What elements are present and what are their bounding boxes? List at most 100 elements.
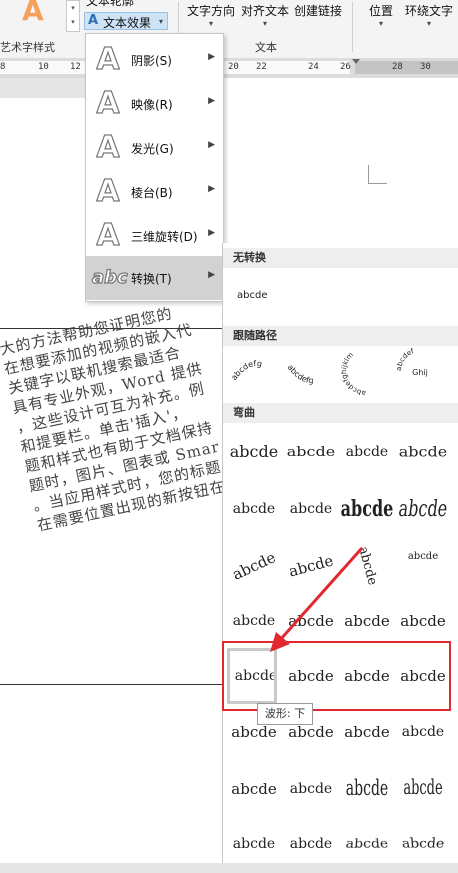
arch-down-preview-icon: abcdefg	[286, 363, 314, 385]
wordart-preview-icon[interactable]: A	[22, 0, 44, 27]
chevron-right-icon: ▶	[208, 228, 215, 238]
circle-preview-icon: abcdefghijklm	[340, 351, 366, 397]
create-link-button[interactable]: 创建链接	[294, 2, 342, 19]
chevron-right-icon: ▶	[208, 184, 215, 194]
ruler-label: 8	[0, 62, 6, 72]
no-transform-option[interactable]: abcde	[237, 290, 267, 301]
chevron-right-icon: ▶	[208, 52, 215, 62]
position-button[interactable]: 位置 ▾	[369, 2, 393, 28]
warp-option[interactable]: abcde	[283, 763, 339, 815]
warp-option[interactable]: abcde	[390, 473, 455, 546]
text-effects-icon: A	[88, 13, 99, 28]
ruler-label: 26	[340, 62, 351, 72]
warp-option[interactable]: abcde	[395, 540, 451, 592]
text-group-label: 文本	[255, 41, 277, 54]
ruler-label: 10	[38, 62, 49, 72]
svg-text:abcdefghijklm: abcdefghijklm	[341, 351, 366, 395]
chevron-down-icon: ▾	[379, 19, 384, 28]
svg-text:abcdefg: abcdefg	[286, 363, 314, 385]
svg-text:abcdefg: abcdefg	[231, 359, 263, 382]
warp-option[interactable]: abcde	[226, 426, 282, 478]
ruler-indent-marker[interactable]	[352, 59, 360, 64]
tooltip: 波形: 下	[257, 703, 313, 725]
warp-option[interactable]: abcde	[389, 815, 458, 864]
section-warp: 弯曲	[223, 403, 458, 423]
ruler-label: 20	[228, 62, 239, 72]
warp-option[interactable]: abcde	[339, 750, 395, 828]
menu-item-bevel[interactable]: A 棱台(B) ▶	[86, 170, 223, 214]
ruler-label: 28	[392, 62, 403, 72]
text-direction-button[interactable]: 文字方向 ▾	[187, 2, 235, 28]
menu-item-label: 三维旋转(D)	[131, 230, 198, 244]
warp-option[interactable]: abcde	[226, 483, 282, 535]
ribbon: A ▾ ▾ 文本轮廓 A 文本效果 ▾ 艺术字样式 文字方向 ▾ 对齐文本 ▾ 创…	[0, 0, 458, 59]
menu-item-label: 映像(R)	[131, 98, 173, 112]
menu-item-glow[interactable]: A 发光(G) ▶	[86, 126, 223, 170]
svg-text:Ghij: Ghij	[412, 368, 428, 377]
chevron-down-icon: ▾	[427, 19, 432, 28]
red-arrow-annotation	[270, 547, 364, 652]
wrap-text-label: 环绕文字	[405, 4, 454, 18]
warp-option[interactable]: abcde	[395, 429, 451, 476]
align-text-button[interactable]: 对齐文本 ▾	[241, 2, 289, 28]
chevron-down-icon: ▾	[263, 19, 268, 28]
chevron-right-icon: ▶	[208, 140, 215, 150]
transform-icon: abc	[91, 266, 128, 288]
chevron-down-icon: ▾	[209, 19, 214, 28]
path-option-arch-down[interactable]: abcdefg	[283, 351, 339, 393]
chevron-right-icon: ▶	[208, 270, 215, 280]
menu-item-shadow[interactable]: A 阴影(S) ▶	[86, 38, 223, 82]
wrap-text-button[interactable]: 环绕文字 ▾	[405, 2, 453, 28]
create-link-label: 创建链接	[294, 4, 343, 18]
chevron-down-icon: ▾	[159, 17, 164, 26]
warp-option[interactable]: abcde	[333, 824, 402, 873]
menu-item-label: 阴影(S)	[131, 54, 172, 68]
menu-item-transform[interactable]: abc 转换(T) ▶	[86, 256, 223, 300]
ribbon-scroll-arrows[interactable]: ▾ ▾	[66, 0, 80, 32]
warp-option[interactable]: abcde	[395, 595, 451, 647]
text-effects-button[interactable]: A 文本效果 ▾	[84, 12, 168, 30]
3d-rotation-icon: A	[96, 217, 120, 253]
ruler-label: 22	[256, 62, 267, 72]
warp-option[interactable]: abcde	[283, 818, 339, 870]
warp-option[interactable]: abcde	[226, 763, 282, 815]
shadow-icon: A	[96, 41, 120, 77]
path-option-circle[interactable]: abcdefghijklm	[340, 347, 391, 397]
text-effects-label: 文本效果	[103, 16, 152, 30]
ruler-label: 24	[308, 62, 319, 72]
ruler-margin-area	[355, 61, 458, 74]
button-preview-icon: abcdefGhij	[395, 347, 428, 377]
warp-option[interactable]: abcde	[339, 473, 395, 546]
text-outline-button[interactable]: 文本轮廓	[86, 0, 134, 9]
warp-option[interactable]: abcde	[226, 818, 282, 870]
warp-option[interactable]: abcde	[283, 483, 339, 535]
path-option-button[interactable]: abcdef Ghij	[395, 347, 445, 395]
align-text-label: 对齐文本	[241, 4, 290, 18]
position-label: 位置	[369, 4, 394, 18]
glow-icon: A	[96, 129, 120, 165]
section-no-transform: 无转换	[223, 248, 458, 268]
chevron-right-icon: ▶	[208, 96, 215, 106]
menu-item-reflection[interactable]: A 映像(R) ▶	[86, 82, 223, 126]
text-effects-menu: A 阴影(S) ▶ A 映像(R) ▶ A 发光(G) ▶ A 棱台(B) ▶ …	[85, 33, 224, 302]
art-style-group-label: 艺术字样式	[0, 41, 55, 54]
ruler-label: 12	[70, 62, 81, 72]
warp-option[interactable]: abcde	[339, 426, 395, 478]
text-direction-label: 文字方向	[187, 4, 236, 18]
menu-item-label: 转换(T)	[131, 272, 172, 286]
warp-option[interactable]: abcde	[283, 431, 339, 473]
page-gap	[0, 78, 86, 98]
text-outline-label: 文本轮廓	[86, 0, 135, 8]
menu-item-label: 发光(G)	[131, 142, 174, 156]
reflection-icon: A	[96, 85, 120, 121]
menu-item-3d-rotation[interactable]: A 三维旋转(D) ▶	[86, 214, 223, 258]
section-follow-path: 跟随路径	[223, 326, 458, 346]
textbox-border-bottom	[0, 684, 225, 685]
horizontal-ruler[interactable]: 8 10 12 20 22 24 26 28 30	[0, 58, 458, 79]
page-corner-mark	[368, 165, 387, 184]
path-option-arch-up[interactable]: abcdefg	[229, 351, 281, 393]
arch-up-preview-icon: abcdefg	[229, 359, 263, 382]
ruler-label: 30	[420, 62, 431, 72]
menu-item-label: 棱台(B)	[131, 186, 173, 200]
bevel-icon: A	[96, 173, 120, 209]
